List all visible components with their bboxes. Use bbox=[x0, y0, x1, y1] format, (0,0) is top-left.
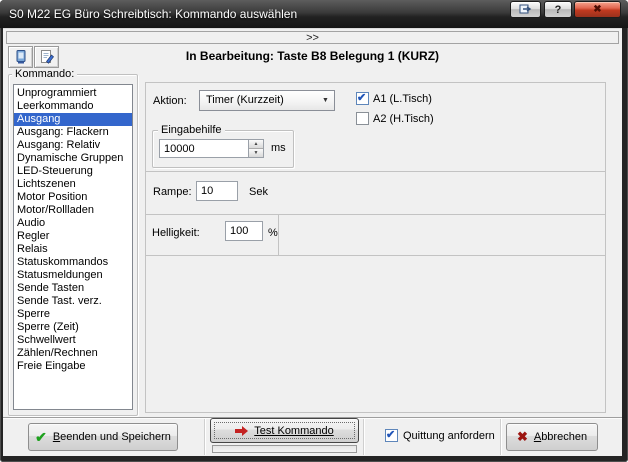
kommando-group-label: Kommando: bbox=[12, 68, 77, 80]
list-item[interactable]: Dynamische Gruppen bbox=[14, 152, 132, 165]
rampe-input[interactable] bbox=[196, 181, 238, 201]
list-item[interactable]: Ausgang: Relativ bbox=[14, 139, 132, 152]
helligkeit-unit-label: % bbox=[268, 227, 278, 239]
list-item[interactable]: Motor/Rollladen bbox=[14, 204, 132, 217]
eingabehilfe-stepper[interactable]: ▲ ▼ bbox=[248, 139, 264, 158]
red-x-icon bbox=[517, 429, 528, 445]
list-item-selected[interactable]: Ausgang bbox=[14, 113, 132, 126]
list-item[interactable]: LED-Steuerung bbox=[14, 165, 132, 178]
window-title: S0 M22 EG Büro Schreibtisch: Kommando au… bbox=[9, 7, 297, 21]
footer-divider bbox=[500, 419, 502, 455]
spinner-up-icon[interactable]: ▲ bbox=[249, 140, 263, 149]
eingabehilfe-unit-label: ms bbox=[271, 142, 286, 154]
red-arrow-icon bbox=[235, 426, 248, 436]
detach-window-button[interactable] bbox=[510, 1, 541, 18]
detach-window-icon bbox=[519, 4, 532, 15]
editing-title: In Bearbeitung: Taste B8 Belegung 1 (KUR… bbox=[3, 49, 622, 63]
list-item[interactable]: Regler bbox=[14, 230, 132, 243]
close-button[interactable]: ✖ bbox=[574, 1, 621, 18]
list-item[interactable]: Unprogrammiert bbox=[14, 87, 132, 100]
helligkeit-label: Helligkeit: bbox=[152, 227, 200, 239]
list-item[interactable]: Sende Tast. verz. bbox=[14, 295, 132, 308]
list-item[interactable]: Schwellwert bbox=[14, 334, 132, 347]
dialog-window: S0 M22 EG Büro Schreibtisch: Kommando au… bbox=[0, 0, 628, 462]
checkbox-a2[interactable] bbox=[356, 112, 369, 125]
aktion-combobox[interactable]: Timer (Kurzzeit) ▼ bbox=[199, 90, 335, 111]
list-item[interactable]: Sperre (Zeit) bbox=[14, 321, 132, 334]
spinner-down-icon[interactable]: ▼ bbox=[249, 149, 263, 157]
checkbox-quittung-label[interactable]: Quittung anfordern bbox=[403, 430, 495, 442]
help-button[interactable]: ? bbox=[544, 1, 572, 18]
list-item[interactable]: Motor Position bbox=[14, 191, 132, 204]
empty-section bbox=[145, 255, 606, 413]
checkbox-quittung[interactable] bbox=[385, 429, 398, 442]
check-icon bbox=[35, 429, 47, 446]
footer-divider bbox=[204, 419, 206, 455]
aktion-combobox-value: Timer (Kurzzeit) bbox=[206, 94, 284, 106]
list-item[interactable]: Statusmeldungen bbox=[14, 269, 132, 282]
aktion-label: Aktion: bbox=[153, 95, 187, 107]
cancel-button[interactable]: Abbrechen bbox=[506, 423, 598, 451]
checkbox-a1-label[interactable]: A1 (L.Tisch) bbox=[373, 93, 432, 105]
checkbox-a2-label[interactable]: A2 (H.Tisch) bbox=[373, 113, 434, 125]
helligkeit-section bbox=[145, 214, 606, 256]
titlebar[interactable]: S0 M22 EG Büro Schreibtisch: Kommando au… bbox=[0, 0, 628, 28]
list-item[interactable]: Relais bbox=[14, 243, 132, 256]
chevron-down-icon: ▼ bbox=[318, 92, 333, 109]
save-and-close-label: Beenden und Speichern bbox=[53, 431, 171, 443]
list-item[interactable]: Statuskommandos bbox=[14, 256, 132, 269]
list-item[interactable]: Freie Eingabe bbox=[14, 360, 132, 373]
eingabehilfe-input[interactable] bbox=[159, 139, 249, 158]
kommando-listbox[interactable]: Unprogrammiert Leerkommando Ausgang Ausg… bbox=[13, 84, 133, 410]
list-item[interactable]: Sperre bbox=[14, 308, 132, 321]
list-item[interactable]: Audio bbox=[14, 217, 132, 230]
cancel-label: Abbrechen bbox=[534, 431, 587, 443]
list-item[interactable]: Zählen/Rechnen bbox=[14, 347, 132, 360]
list-item[interactable]: Ausgang: Flackern bbox=[14, 126, 132, 139]
checkbox-a1[interactable] bbox=[356, 92, 369, 105]
list-item[interactable]: Sende Tasten bbox=[14, 282, 132, 295]
test-kommando-label: Test Kommando bbox=[254, 425, 333, 437]
save-and-close-button[interactable]: Beenden und Speichern bbox=[28, 423, 178, 451]
expander-chevrons-icon: >> bbox=[306, 32, 319, 44]
expander-bar[interactable]: >> bbox=[6, 31, 619, 44]
footer-divider bbox=[363, 419, 365, 455]
list-item[interactable]: Lichtszenen bbox=[14, 178, 132, 191]
list-item[interactable]: Leerkommando bbox=[14, 100, 132, 113]
test-kommando-button[interactable]: Test Kommando bbox=[210, 418, 359, 443]
close-icon: ✖ bbox=[593, 4, 601, 15]
rampe-label: Rampe: bbox=[153, 186, 192, 198]
helligkeit-input[interactable] bbox=[225, 221, 263, 241]
test-progress-bar bbox=[212, 445, 357, 453]
rampe-unit-label: Sek bbox=[249, 186, 268, 198]
eingabehilfe-group-label: Eingabehilfe bbox=[158, 124, 225, 136]
help-icon: ? bbox=[555, 4, 562, 16]
